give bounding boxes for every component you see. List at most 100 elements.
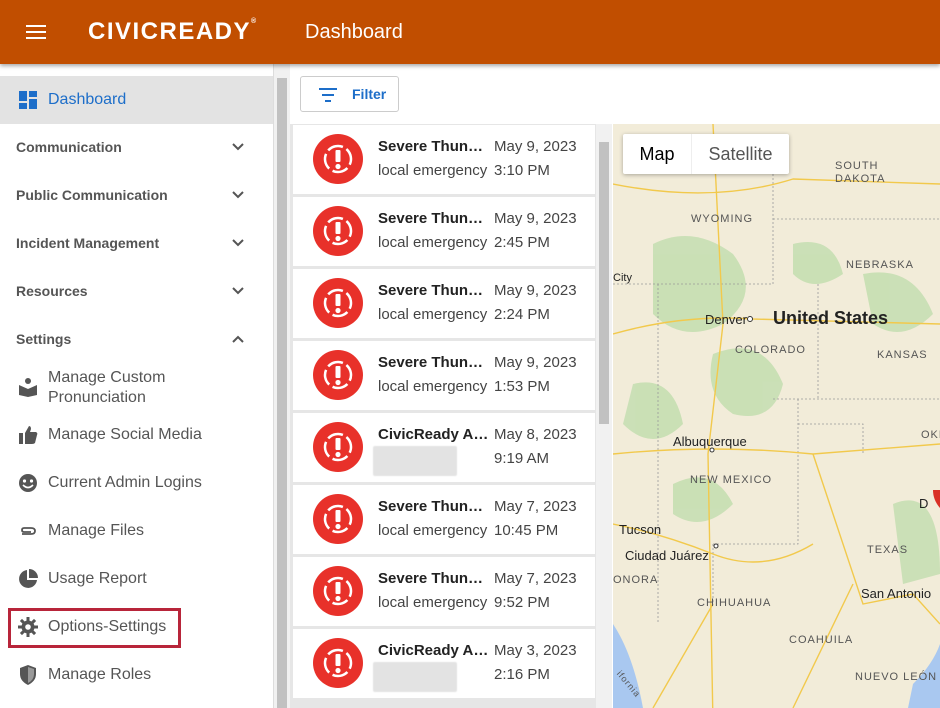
sidebar-item-manage-social-media[interactable]: Manage Social Media <box>0 419 273 451</box>
alert-time: 1:53 PM <box>494 378 550 395</box>
alert-card[interactable]: Severe Thunderstorm local emergency May 9,… <box>293 125 595 194</box>
sidebar-item-current-admin-logins[interactable]: Current Admin Logins <box>0 467 273 499</box>
alert-time: 3:10 PM <box>494 162 550 179</box>
dashboard-icon <box>19 91 37 109</box>
alert-time: 2:16 PM <box>494 666 550 683</box>
sidebar-item-manage-custom-pronunciation[interactable]: Manage Custom Pronunciation <box>0 364 273 414</box>
sidebar-item-label: Manage Custom <box>48 369 166 386</box>
sidebar: Dashboard Communication Public Communica… <box>0 64 274 708</box>
alert-time: 10:45 PM <box>494 522 559 539</box>
alert-date: May 9, 2023 <box>494 354 577 371</box>
face-icon <box>19 474 37 492</box>
redacted-description <box>373 446 457 476</box>
map-type-satellite-button[interactable]: Satellite <box>691 134 789 174</box>
alert-time: 2:45 PM <box>494 234 550 251</box>
sidebar-section-incident-management[interactable]: Incident Management <box>0 220 273 268</box>
alert-title: Severe Thunderstorm <box>378 570 490 587</box>
alert-exclamation-icon <box>313 638 363 688</box>
chevron-down-icon <box>232 143 244 151</box>
section-label: Incident Management <box>16 235 160 251</box>
sidebar-item-label: Manage Social Media <box>48 426 202 443</box>
alert-description: local emergency <box>378 234 488 251</box>
alert-exclamation-icon <box>313 278 363 328</box>
map-label: SOUTH <box>835 160 879 172</box>
sidebar-item-label: Current Admin Logins <box>48 474 202 491</box>
sidebar-scrollbar[interactable] <box>274 64 290 708</box>
alert-card[interactable]: Severe Thunderstorm local emergency May 7,… <box>293 557 595 626</box>
alert-date: May 7, 2023 <box>494 498 577 515</box>
alert-title: Severe Thunderstorm <box>378 354 490 371</box>
map-label: San Antonio <box>861 586 932 601</box>
brand-logo[interactable]: CIVICREADY® <box>88 18 258 46</box>
alert-title: Severe Thunderstorm <box>378 498 490 515</box>
map-label: COLORADO <box>735 344 806 356</box>
sidebar-item-manage-roles[interactable]: Manage Roles <box>0 659 273 691</box>
map-label: WYOMING <box>691 213 753 225</box>
alert-card[interactable]: Severe Thunderstorm local emergency May 7,… <box>293 485 595 554</box>
chevron-down-icon <box>232 191 244 199</box>
map-label: CHIHUAHUA <box>697 597 772 609</box>
sidebar-item-label: Pronunciation <box>48 389 146 406</box>
sidebar-item-label: Usage Report <box>48 570 147 587</box>
alert-date: May 8, 2023 <box>494 426 577 443</box>
alert-exclamation-icon <box>313 422 363 472</box>
map-label: DAKOTA <box>835 173 886 185</box>
redacted-description <box>373 662 457 692</box>
section-label: Public Communication <box>16 187 168 203</box>
sidebar-item-usage-report[interactable]: Usage Report <box>0 563 273 595</box>
filter-button[interactable]: Filter <box>300 76 399 112</box>
map-canvas <box>613 124 940 708</box>
alert-list: CivicReady Alert May 3, 2023 2:16 PM Severe… <box>290 124 612 708</box>
sidebar-item-manage-files[interactable]: Manage Files <box>0 515 273 547</box>
map-type-toggle: Map Satellite <box>623 134 789 174</box>
alert-title: CivicReady Alert <box>378 642 490 659</box>
menu-icon[interactable] <box>26 25 46 39</box>
alert-description: local emergency <box>378 162 488 179</box>
alert-time: 9:19 AM <box>494 450 550 467</box>
sidebar-item-label: Manage Roles <box>48 666 152 683</box>
alert-card[interactable]: CivicReady Alert May 3, 2023 2:16 PM <box>293 629 595 698</box>
alert-date: May 9, 2023 <box>494 282 577 299</box>
main-content: Filter CivicReady Alert May 3, 2023 2:16 P… <box>290 64 940 708</box>
map-label: Ciudad Juárez <box>625 548 709 563</box>
alert-card[interactable]: CivicReady Alert May 8, 2023 9:19 AM <box>293 413 595 482</box>
alert-card[interactable]: Severe Thunderstorm local emergency May 9,… <box>293 341 595 410</box>
chevron-down-icon <box>232 287 244 295</box>
map-label: OKLAHO <box>921 429 940 441</box>
alert-exclamation-icon <box>313 350 363 400</box>
sidebar-section-resources[interactable]: Resources <box>0 268 273 316</box>
map-label: United States <box>773 308 889 328</box>
alert-list-scrollbar[interactable] <box>596 124 612 708</box>
page-title: Dashboard <box>305 21 403 43</box>
alert-date: May 7, 2023 <box>494 570 577 587</box>
top-app-bar: CIVICREADY® Dashboard <box>0 0 940 64</box>
alert-card[interactable]: Severe Thunderstorm local emergency May 9,… <box>293 269 595 338</box>
scrollbar-thumb[interactable] <box>277 78 287 708</box>
shield-icon <box>20 665 36 685</box>
alert-description: local emergency <box>378 306 488 323</box>
map-label: COAHUILA <box>789 634 854 646</box>
pie-chart-icon <box>19 569 38 588</box>
filter-icon <box>319 88 337 102</box>
map-type-map-button[interactable]: Map <box>623 134 691 174</box>
section-label: Settings <box>16 331 72 347</box>
alert-description: local emergency <box>378 594 488 611</box>
alert-date: May 3, 2023 <box>494 642 577 659</box>
alert-date: May 9, 2023 <box>494 138 577 155</box>
sidebar-section-communication[interactable]: Communication <box>0 124 273 172</box>
map[interactable]: Map Satellite WYOMING SOUTH DAKOTA NEBRA… <box>613 124 940 708</box>
scrollbar-thumb[interactable] <box>599 142 609 424</box>
alert-exclamation-icon <box>313 134 363 184</box>
section-label: Communication <box>16 139 122 155</box>
highlight-box <box>8 608 181 648</box>
alert-time: 9:52 PM <box>494 594 550 611</box>
alert-title: Severe Thunderstorm <box>378 138 490 155</box>
alert-title: Severe Thunderstorm <box>378 282 490 299</box>
alert-card[interactable]: Severe Thunderstorm local emergency May 9,… <box>293 197 595 266</box>
sidebar-section-public-communication[interactable]: Public Communication <box>0 172 273 220</box>
sidebar-section-settings[interactable]: Settings <box>0 316 273 364</box>
map-label: ONORA <box>613 574 659 586</box>
chevron-up-icon <box>232 335 244 343</box>
sidebar-item-dashboard[interactable]: Dashboard <box>0 76 273 124</box>
alert-description: local emergency <box>378 378 488 395</box>
